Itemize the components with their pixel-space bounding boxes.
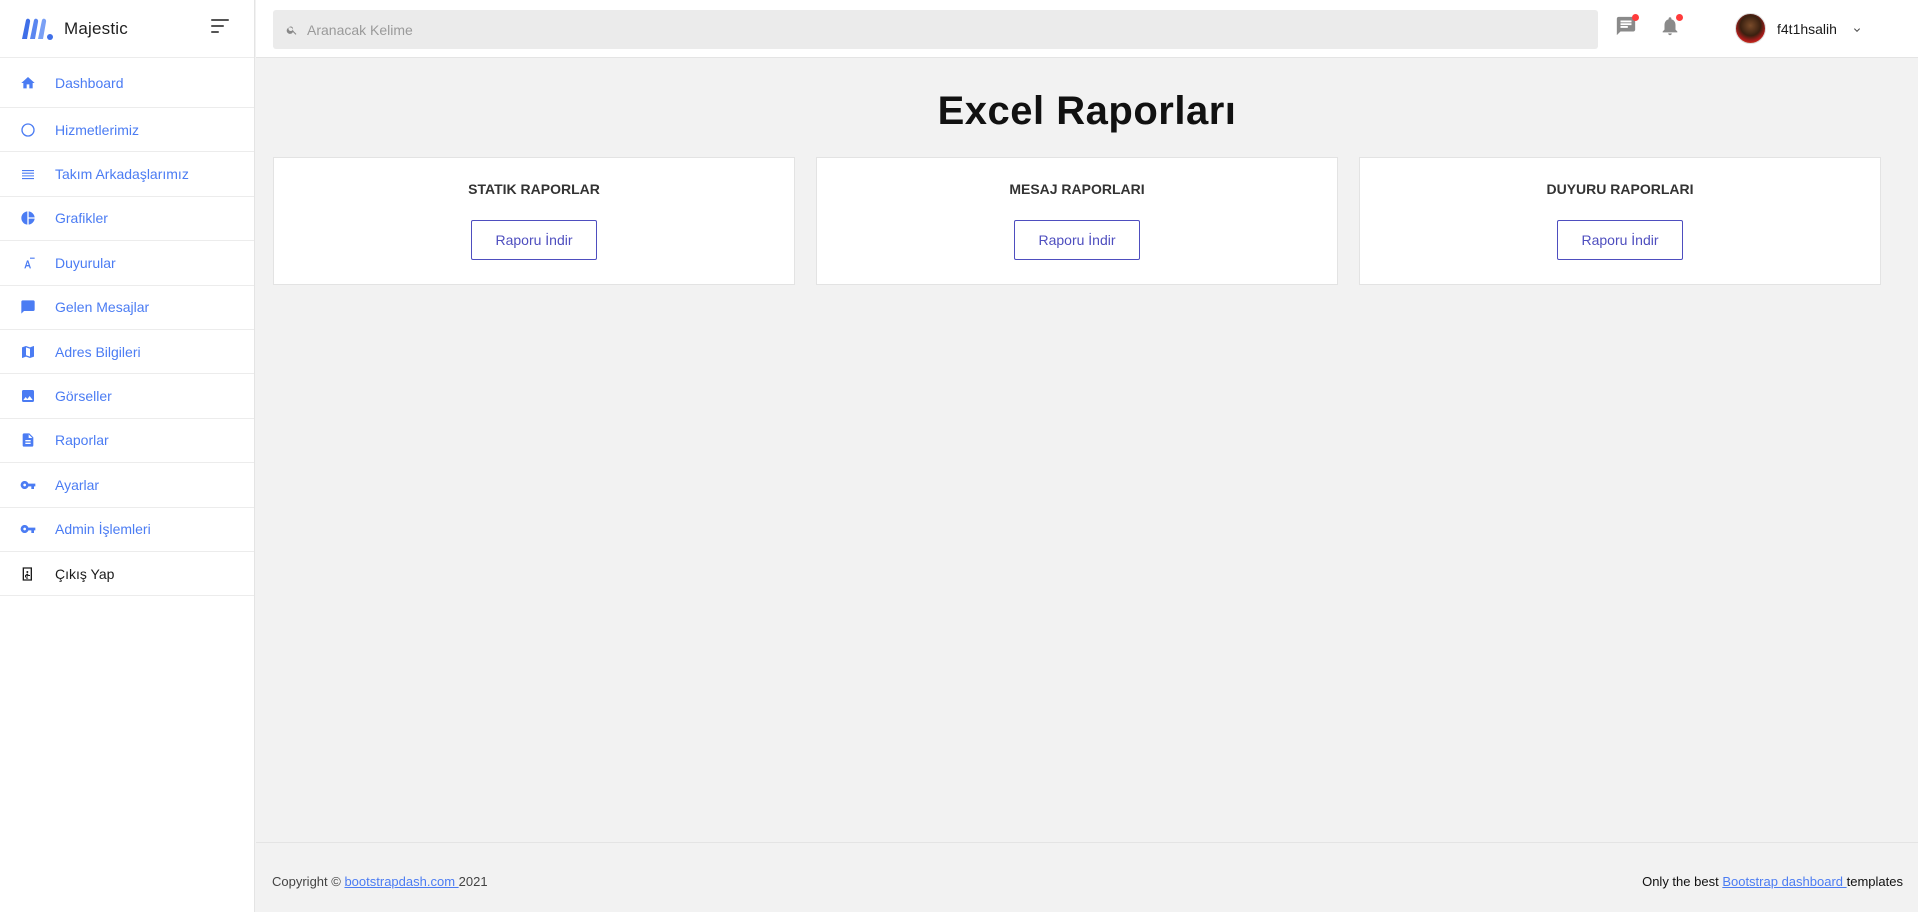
sidebar-item-gorseller[interactable]: Görseller: [0, 374, 254, 419]
sidebar-item-takim[interactable]: Takım Arkadaşlarımız: [0, 152, 254, 197]
avatar: [1735, 13, 1766, 44]
sidebar-item-label: Ayarlar: [55, 476, 100, 493]
footer: Copyright © bootstrapdash.com 2021 Only …: [256, 842, 1918, 912]
sidebar-item-label: Duyurular: [55, 254, 116, 271]
sidebar-item-label: Hizmetlerimiz: [55, 121, 139, 138]
list-icon: [20, 166, 36, 182]
topbar: f4t1hsalih: [256, 0, 1918, 58]
footer-tagline-suffix: templates: [1846, 874, 1903, 889]
sidebar-item-cikis-yap[interactable]: Çıkış Yap: [0, 552, 254, 597]
majestic-m-logo-icon: [22, 18, 53, 40]
profile-username: f4t1hsalih: [1777, 20, 1837, 37]
image-icon: [20, 388, 36, 404]
search-bar: [273, 10, 1598, 49]
bootstrap-dashboard-link[interactable]: Bootstrap dashboard: [1722, 874, 1846, 889]
circle-outline-icon: [20, 122, 36, 138]
report-card-statik: STATIK RAPORLAR Raporu İndir: [273, 157, 795, 285]
key-icon: [20, 477, 36, 493]
sidebar-item-label: Takım Arkadaşlarımız: [55, 166, 189, 183]
sidebar-item-raporlar[interactable]: Raporlar: [0, 419, 254, 464]
sidebar-item-dashboard[interactable]: Dashboard: [0, 58, 254, 108]
brand-name: Majestic: [64, 18, 128, 38]
sidebar-item-grafikler[interactable]: Grafikler: [0, 197, 254, 242]
main-content: Excel Raporları STATIK RAPORLAR Raporu İ…: [256, 59, 1918, 841]
brand-logo[interactable]: Majestic: [20, 17, 128, 41]
card-title: STATIK RAPORLAR: [468, 181, 600, 197]
sidebar-item-label: Dashboard: [55, 74, 124, 91]
notification-dot: [1632, 14, 1639, 21]
sidebar-item-label: Çıkış Yap: [55, 565, 115, 582]
sidebar-item-label: Adres Bilgileri: [55, 343, 141, 360]
notification-dot: [1676, 14, 1683, 21]
report-card-mesaj: MESAJ RAPORLARI Raporu İndir: [816, 157, 1338, 285]
pie-chart-icon: [20, 210, 36, 226]
key-icon: [20, 521, 36, 537]
footer-copyright: Copyright © bootstrapdash.com 2021: [272, 874, 488, 889]
card-title: MESAJ RAPORLARI: [1009, 181, 1145, 197]
notifications-button[interactable]: [1659, 14, 1683, 37]
sidebar-item-duyurular[interactable]: Duyurular: [0, 241, 254, 286]
footer-year: 2021: [458, 874, 488, 889]
sidebar-item-gelen-mesajlar[interactable]: Gelen Mesajlar: [0, 286, 254, 330]
sidebar-item-ayarlar[interactable]: Ayarlar: [0, 463, 254, 508]
sidebar-nav: Dashboard Hizmetlerimiz Takım Arkadaşlar…: [0, 58, 254, 597]
download-report-button[interactable]: Raporu İndir: [1557, 220, 1683, 260]
footer-tagline: Only the best Bootstrap dashboard templa…: [1642, 874, 1903, 889]
footer-tagline-prefix: Only the best: [1642, 874, 1723, 889]
search-icon: [286, 26, 297, 35]
card-title: DUYURU RAPORLARI: [1546, 181, 1694, 197]
document-icon: [20, 432, 36, 448]
sidebar-item-label: Görseller: [55, 388, 112, 405]
map-icon: [20, 344, 36, 360]
page-title: Excel Raporları: [937, 89, 1237, 133]
sidebar-item-hizmetlerimiz[interactable]: Hizmetlerimiz: [0, 108, 254, 153]
download-report-button[interactable]: Raporu İndir: [471, 220, 597, 260]
exit-icon: [20, 566, 36, 582]
sidebar-item-adres[interactable]: Adres Bilgileri: [0, 330, 254, 375]
footer-copyright-prefix: Copyright ©: [272, 874, 345, 889]
home-icon: [20, 75, 36, 91]
sidebar: Majestic Dashboard Hizmetlerimiz Takım A…: [0, 0, 255, 912]
report-card-duyuru: DUYURU RAPORLARI Raporu İndir: [1359, 157, 1881, 285]
message-icon: [20, 299, 36, 315]
profile-dropdown[interactable]: f4t1hsalih: [1735, 13, 1863, 44]
sidebar-item-label: Raporlar: [55, 432, 109, 449]
sidebar-item-label: Gelen Mesajlar: [55, 299, 150, 316]
chevron-down-icon: [1851, 23, 1863, 35]
search-input[interactable]: [307, 21, 1554, 38]
messages-button[interactable]: [1615, 14, 1639, 37]
sidebar-toggle-button[interactable]: [211, 19, 231, 35]
brand: Majestic: [0, 0, 254, 58]
download-report-button[interactable]: Raporu İndir: [1014, 220, 1140, 260]
sidebar-item-label: Grafikler: [55, 210, 108, 227]
sidebar-item-label: Admin İşlemleri: [55, 521, 151, 538]
text-format-icon: [20, 255, 36, 271]
sidebar-item-admin-islemleri[interactable]: Admin İşlemleri: [0, 508, 254, 552]
bootstrapdash-link[interactable]: bootstrapdash.com: [344, 874, 458, 889]
